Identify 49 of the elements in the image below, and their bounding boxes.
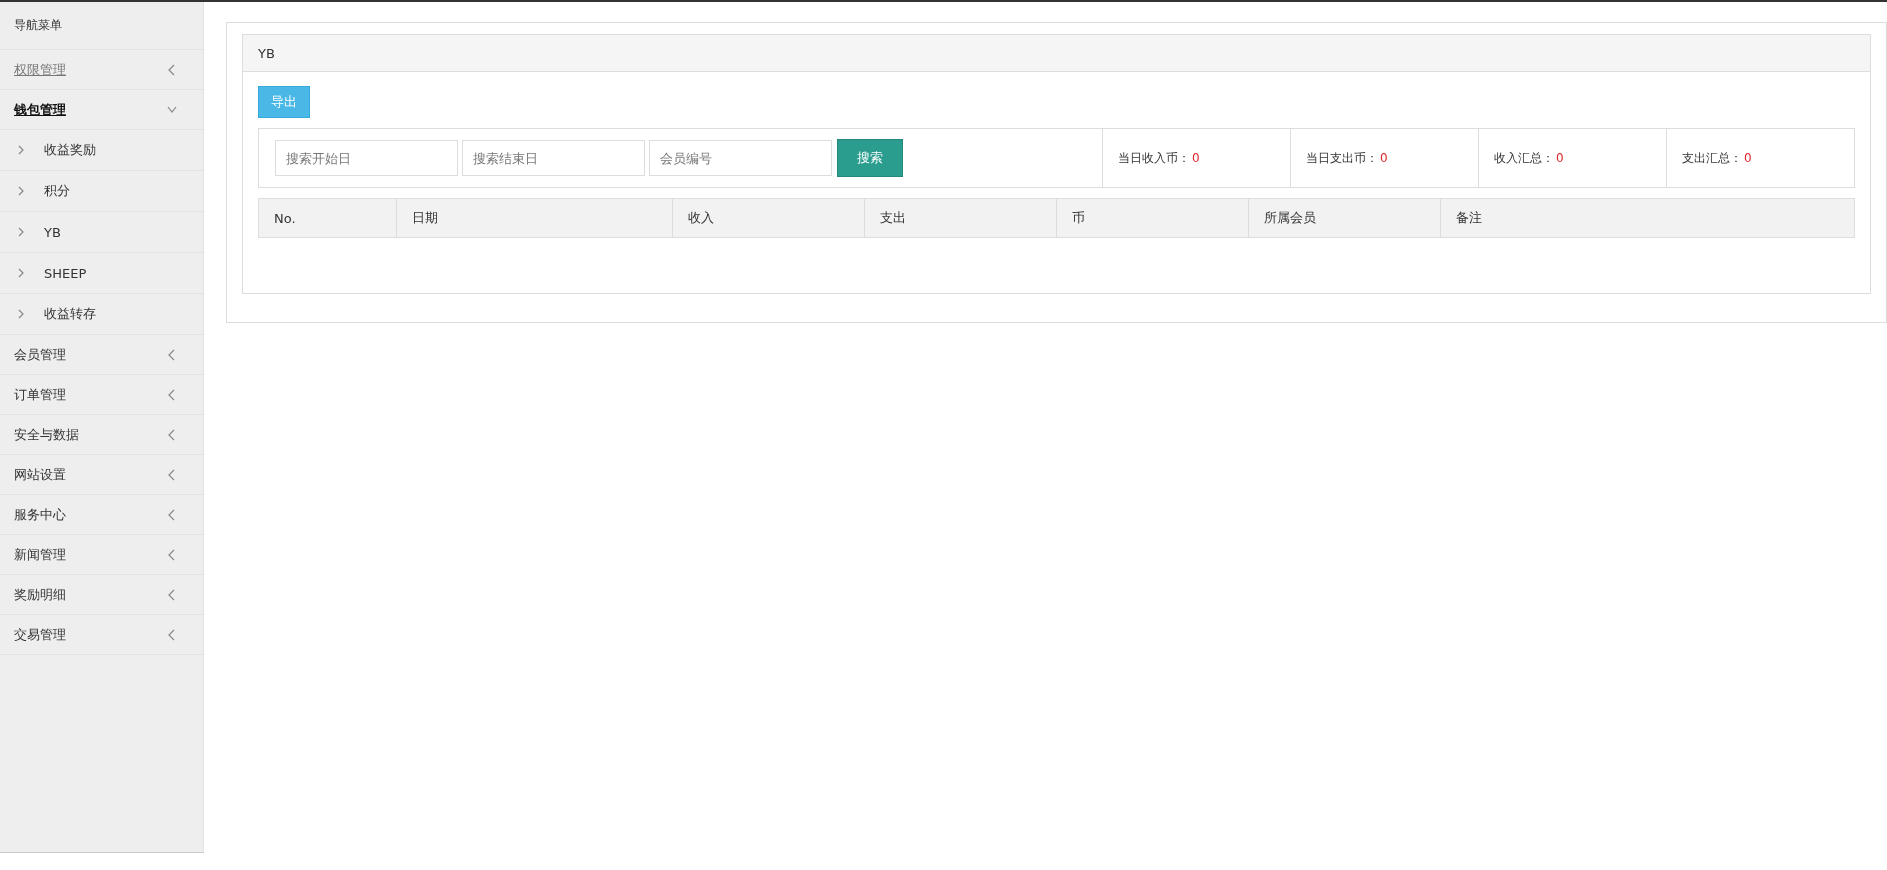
submenu-item[interactable]: YB (0, 212, 203, 253)
chevron-left-icon (167, 348, 177, 361)
stat-value: 0 (1744, 151, 1752, 165)
stat-label: 当日支出币： (1306, 149, 1378, 167)
column-header: 备注 (1440, 199, 1854, 237)
menu-item[interactable]: 新闻管理 (0, 535, 203, 575)
sidebar-title: 导航菜单 (0, 2, 203, 50)
card-header: YB (243, 35, 1870, 72)
search-field[interactable]: 搜索开始日 (275, 140, 458, 176)
menu-item[interactable]: 服务中心 (0, 495, 203, 535)
chevron-left-icon (167, 428, 177, 441)
chevron-right-icon (16, 185, 26, 197)
stat-value: 0 (1192, 151, 1200, 165)
menu-item[interactable]: 订单管理 (0, 375, 203, 415)
menu-item[interactable]: 交易管理 (0, 615, 203, 655)
menu-item[interactable]: 网站设置 (0, 455, 203, 495)
column-header: 收入 (672, 199, 864, 237)
stat-label: 支出汇总： (1682, 149, 1742, 167)
column-header: 所属会员 (1248, 199, 1440, 237)
chevron-left-icon (167, 388, 177, 401)
submenu-item[interactable]: 收益奖励 (0, 130, 203, 171)
submenu-item[interactable]: 收益转存 (0, 294, 203, 335)
column-header: No. (273, 209, 297, 228)
stat-label: 当日收入币： (1118, 149, 1190, 167)
menu-item[interactable]: 权限管理 (0, 50, 203, 90)
menu-item[interactable]: 奖励明细 (0, 575, 203, 615)
chevron-left-icon (167, 468, 177, 481)
menu-item[interactable]: 安全与数据 (0, 415, 203, 455)
menu-item[interactable]: 钱包管理 (0, 90, 203, 130)
chevron-left-icon (167, 508, 177, 521)
submenu-item[interactable]: 积分 (0, 171, 203, 212)
search-field[interactable]: 搜索结束日 (462, 140, 645, 176)
chevron-left-icon (167, 548, 177, 561)
chevron-right-icon (16, 267, 26, 279)
stat-label: 收入汇总： (1494, 149, 1554, 167)
search-field[interactable]: 会员编号 (649, 140, 832, 176)
submenu-item[interactable]: SHEEP (0, 253, 203, 294)
chevron-left-icon (167, 63, 177, 76)
chevron-left-icon (167, 628, 177, 641)
column-header: 日期 (396, 199, 672, 237)
stat-value: 0 (1556, 151, 1564, 165)
column-header: 币 (1056, 199, 1248, 237)
chevron-right-icon (16, 144, 26, 156)
chevron-right-icon (16, 308, 26, 320)
menu-item[interactable]: 会员管理 (0, 335, 203, 375)
stat-value: 0 (1380, 151, 1388, 165)
chevron-left-icon (167, 588, 177, 601)
chevron-right-icon (16, 226, 26, 238)
column-header: 支出 (864, 199, 1056, 237)
